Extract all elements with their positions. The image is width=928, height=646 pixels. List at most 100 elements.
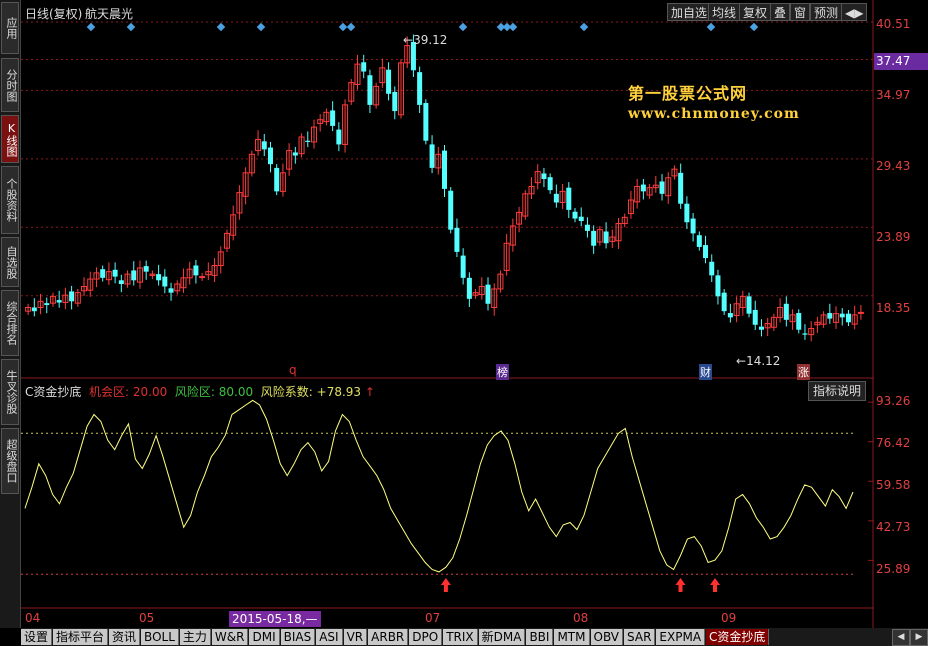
indicator-tab[interactable]: TRIX: [443, 629, 478, 645]
candle-body-down: [118, 280, 124, 285]
indicator-tab[interactable]: DPO: [409, 629, 443, 645]
indicator-tab[interactable]: BBI: [526, 629, 554, 645]
candle-body-down: [330, 110, 336, 126]
candle-body-down: [292, 152, 298, 156]
indicator-title-bar: C资金抄底 机会区: 20.00 风险区: 80.00 风险系数: +78.93…: [25, 383, 375, 400]
candle-body-down: [131, 270, 137, 281]
candle-body-down: [684, 203, 690, 223]
sidebar-tab-watchlist[interactable]: 自选股: [1, 237, 19, 287]
indicator-tab-bar: 设置 指标平台 资讯 BOLL 主力 W&R DMI BIAS ASI VR ARBR DPO TRIX…: [21, 628, 928, 646]
opp-value: 20.00: [132, 385, 168, 399]
sidebar-tab-ranking[interactable]: 综合排名: [1, 290, 19, 356]
indicator-tick: 76.42: [876, 436, 911, 450]
indicator-tab[interactable]: DMI: [249, 629, 280, 645]
indicator-tab[interactable]: ASI: [316, 629, 343, 645]
indicator-tab[interactable]: EXPMA: [656, 629, 706, 645]
ma-button[interactable]: 均线: [708, 3, 741, 21]
candle-body-down: [162, 276, 168, 287]
event-diamond-icon: [579, 22, 589, 32]
candle-body-down: [839, 313, 845, 318]
add-watchlist-button[interactable]: 加自选: [667, 3, 712, 21]
indicator-tab[interactable]: W&R: [211, 629, 249, 645]
candle-body-down: [845, 313, 851, 323]
buy-arrow-icon: [675, 578, 686, 592]
event-marker-rank[interactable]: 榜: [496, 364, 509, 380]
sidebar-tab-intraday[interactable]: 分时图: [1, 58, 19, 112]
event-diamond-icon: [508, 22, 518, 32]
event-diamond-icon: [216, 22, 226, 32]
candle-body-down: [386, 69, 392, 94]
candle-body-down: [361, 62, 367, 72]
buy-arrow-icon: [710, 578, 720, 592]
candle-body-down: [591, 230, 597, 246]
sidebar-tab-level2[interactable]: 超级盘口: [1, 428, 19, 494]
high-price-label: ←39.12: [403, 33, 448, 47]
indicator-tab[interactable]: OBV: [590, 629, 624, 645]
forecast-button[interactable]: 预测: [810, 3, 843, 21]
indicator-tab[interactable]: BIAS: [280, 629, 316, 645]
scroll-left-icon[interactable]: ◀: [892, 629, 910, 646]
indicator-tab[interactable]: 资讯: [109, 629, 141, 645]
event-diamond-icon: [706, 22, 716, 32]
price-tick: 34.97: [876, 88, 911, 102]
candle-body-up: [857, 311, 864, 314]
candle-body-down: [367, 75, 373, 105]
candle-body-down: [541, 173, 547, 180]
candle-body-down: [802, 333, 808, 335]
toggle-panel-button[interactable]: ◀▶: [841, 3, 868, 21]
candle-body-down: [690, 218, 696, 234]
event-diamond-icon: [749, 22, 759, 32]
sidebar-tab-stock-info[interactable]: 个股资料: [1, 166, 19, 234]
up-arrow-icon: ↑: [364, 385, 375, 399]
event-diamond-icon: [346, 22, 356, 32]
x-label-04: 04: [25, 611, 41, 625]
price-tick: 23.89: [876, 230, 911, 244]
indicator-tab[interactable]: 主力: [179, 629, 211, 645]
event-marker-q[interactable]: q: [289, 363, 297, 377]
candle-body-down: [442, 150, 447, 189]
indicator-tab[interactable]: 设置: [21, 629, 53, 645]
sidebar-tab-kline[interactable]: K线图: [1, 115, 19, 163]
candle-body-down: [448, 190, 454, 230]
sidebar-tab-diagnosis[interactable]: 牛叉诊股: [1, 359, 19, 425]
indicator-tab[interactable]: 指标平台: [53, 629, 109, 645]
scroll-right-icon[interactable]: ▶: [910, 629, 928, 646]
indicator-tab[interactable]: BOLL: [141, 629, 179, 645]
candle-body-down: [758, 326, 764, 330]
sidebar-tab-apps[interactable]: 应用: [1, 2, 19, 54]
window-button[interactable]: 窗: [790, 3, 811, 21]
risk-label: 风险区:: [174, 385, 215, 399]
chart-area[interactable]: 日线(复权) 航天晨光 加自选 均线 复权 叠 窗 预测 ◀▶ 第一股票公式网 …: [21, 0, 874, 628]
overlay-button[interactable]: 叠: [770, 3, 791, 21]
candle-body-down: [168, 288, 174, 293]
coef-label: 风险系数:: [260, 385, 313, 399]
chart-period-label: 日线(复权): [25, 7, 83, 21]
candle-body-down: [274, 167, 280, 192]
current-price-badge: 37.47: [874, 53, 928, 70]
indicator-help-button[interactable]: 指标说明: [808, 381, 867, 401]
indicator-tab[interactable]: SAR: [624, 629, 656, 645]
candle-body-down: [827, 313, 833, 319]
left-sidebar: 应用 分时图 K线图 个股资料 自选股 综合排名 牛叉诊股 超级盘口: [0, 0, 21, 628]
candle-body-down: [156, 274, 162, 281]
candle-body-down: [336, 129, 342, 145]
indicator-tab[interactable]: ARBR: [368, 629, 409, 645]
watermark-url: www.chnmoney.com: [628, 106, 800, 122]
candle-body-down: [193, 265, 199, 276]
candle-body-down: [727, 313, 733, 318]
event-marker-limit-up[interactable]: 涨: [797, 364, 810, 380]
indicator-tick: 25.89: [876, 562, 911, 576]
candle-body-down: [100, 269, 106, 278]
indicator-tab[interactable]: VR: [343, 629, 368, 645]
candle-body-down: [578, 216, 584, 222]
candle-body-down: [305, 140, 311, 142]
indicator-tab[interactable]: C资金抄底: [706, 629, 770, 645]
indicator-tab[interactable]: MTM: [554, 629, 590, 645]
adjust-button[interactable]: 复权: [739, 3, 772, 21]
candle-body-down: [392, 91, 398, 112]
candle-body-down: [783, 303, 789, 320]
candle-body-down: [485, 284, 491, 304]
indicator-tab[interactable]: 新DMA: [478, 629, 526, 645]
candle-body-down: [31, 307, 37, 312]
event-marker-finance[interactable]: 财: [699, 364, 712, 380]
